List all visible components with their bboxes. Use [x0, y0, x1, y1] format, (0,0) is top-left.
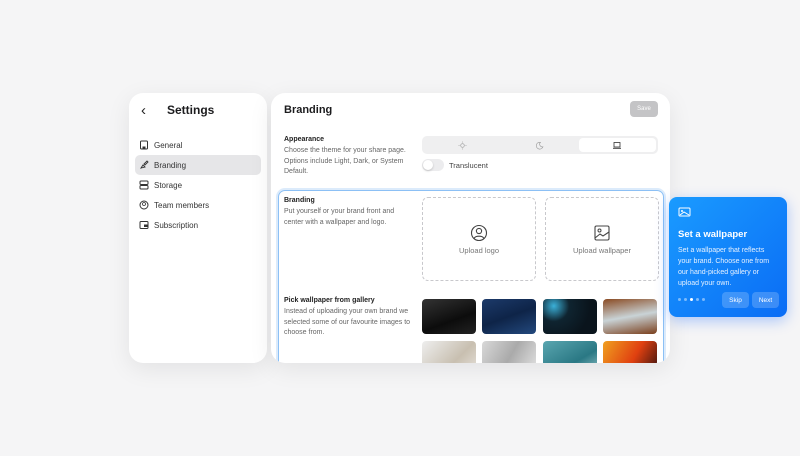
laptop-icon: [613, 141, 622, 149]
sidebar-title: Settings: [167, 103, 215, 117]
appearance-title: Appearance: [284, 136, 325, 143]
gallery-title: Pick wallpaper from gallery: [284, 297, 375, 304]
branding-title: Branding: [284, 197, 315, 204]
branding-section-text: Branding Put yourself or your brand fron…: [284, 197, 414, 228]
branding-description: Put yourself or your brand front and cen…: [284, 208, 395, 226]
theme-system-option[interactable]: [578, 138, 656, 152]
appearance-section: Appearance Choose the theme for your sha…: [284, 136, 414, 178]
gallery-thumbnail[interactable]: [422, 299, 476, 334]
tooltip-description: Set a wallpaper that reflects your brand…: [678, 247, 770, 287]
skip-button[interactable]: Skip: [722, 292, 749, 308]
onboarding-tooltip: Set a wallpaper Set a wallpaper that ref…: [669, 197, 787, 317]
step-indicator: [678, 298, 705, 301]
theme-dark-option[interactable]: [501, 138, 578, 152]
moon-icon: [536, 141, 544, 149]
branding-panel: Branding Save Appearance Choose the them…: [271, 93, 670, 363]
sidebar-item-general[interactable]: General: [135, 135, 261, 155]
upload-wallpaper-label: Upload wallpaper: [573, 245, 631, 255]
sun-icon: [458, 140, 467, 150]
brush-icon: [139, 160, 149, 169]
gallery-thumbnail[interactable]: [543, 341, 597, 363]
theme-light-option[interactable]: [424, 138, 501, 152]
sidebar-item-label: Storage: [154, 180, 183, 190]
branding-section-highlight: Branding Put yourself or your brand fron…: [278, 190, 664, 363]
gallery-thumbnail[interactable]: [482, 299, 536, 334]
wallpaper-icon: [678, 207, 691, 217]
page-title: Branding: [284, 104, 333, 116]
appearance-description: Choose the theme for your share page. Op…: [284, 147, 406, 175]
save-button[interactable]: Save: [630, 101, 658, 117]
theme-segmented-control: [422, 136, 658, 154]
storage-icon: [139, 180, 149, 190]
sidebar-item-label: General: [154, 140, 183, 150]
gallery-thumbnail[interactable]: [603, 341, 657, 363]
sidebar-item-storage[interactable]: Storage: [135, 175, 261, 195]
gallery-thumbnail[interactable]: [422, 341, 476, 363]
sidebar-item-subscription[interactable]: Subscription: [135, 215, 261, 235]
upload-logo-label: Upload logo: [458, 245, 500, 255]
sidebar-item-label: Subscription: [154, 220, 199, 230]
tooltip-title: Set a wallpaper: [678, 229, 748, 240]
translucent-toggle[interactable]: [422, 159, 444, 171]
gallery-description: Instead of uploading your own brand we s…: [284, 308, 411, 336]
sidebar-item-label: Branding: [154, 160, 187, 170]
sidebar-item-label: Team members: [154, 200, 210, 210]
sidebar-item-branding[interactable]: Branding: [135, 155, 261, 175]
back-icon[interactable]: ‹: [141, 102, 161, 119]
next-button[interactable]: Next: [752, 292, 779, 308]
upload-logo-button[interactable]: Upload logo: [422, 197, 536, 281]
building-icon: [140, 140, 148, 150]
translucent-label: Translucent: [449, 161, 488, 170]
gallery-thumbnail[interactable]: [482, 341, 536, 363]
image-icon: [594, 224, 610, 241]
wallet-icon: [139, 221, 149, 229]
gallery-thumbnail[interactable]: [603, 299, 657, 334]
user-circle-icon: [470, 224, 488, 241]
user-circle-icon: [139, 200, 149, 210]
gallery-section-text: Pick wallpaper from gallery Instead of u…: [284, 297, 414, 339]
gallery-thumbnail[interactable]: [543, 299, 597, 334]
sidebar-item-team-members[interactable]: Team members: [135, 195, 261, 215]
settings-sidebar: ‹ Settings General Branding Storage Team…: [129, 93, 267, 363]
upload-wallpaper-button[interactable]: Upload wallpaper: [545, 197, 659, 281]
